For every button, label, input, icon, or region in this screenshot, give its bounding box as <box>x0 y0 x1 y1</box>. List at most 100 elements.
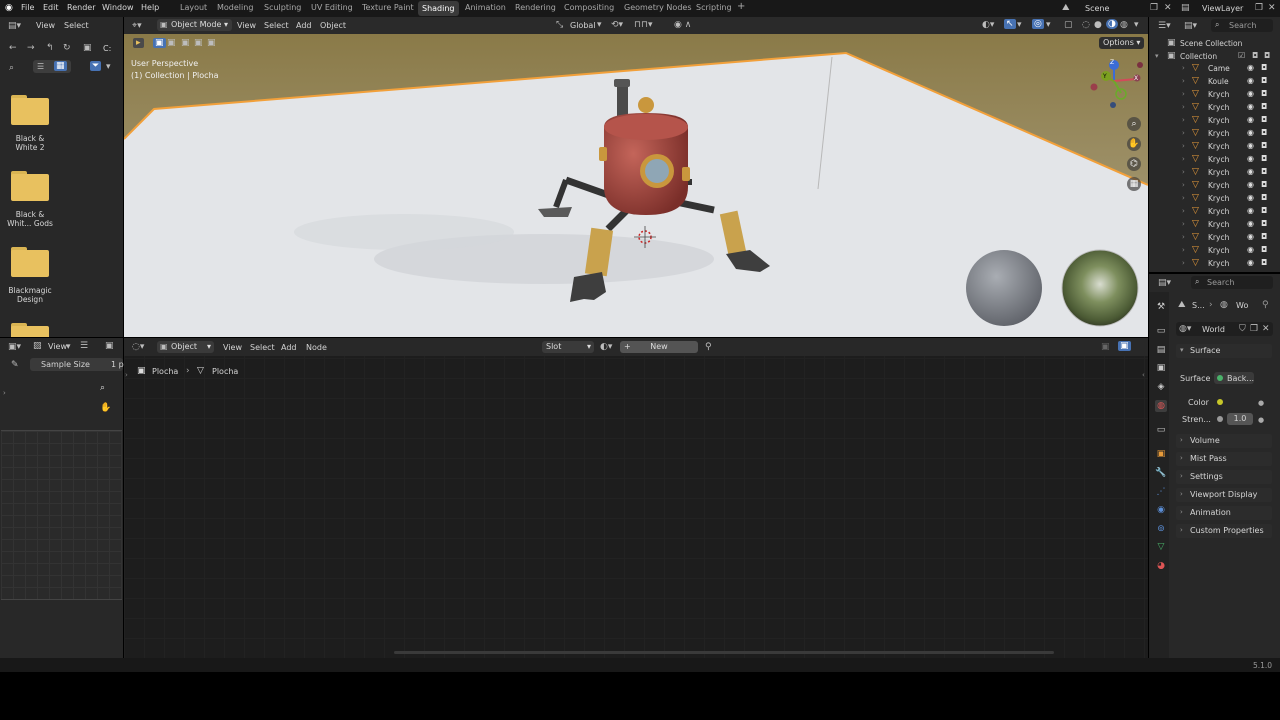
copy-layer-icon[interactable]: ❐ <box>1255 3 1263 13</box>
render-icon[interactable]: ◘ <box>1261 219 1267 228</box>
expand-toolbar-icon[interactable]: › <box>125 370 128 380</box>
outliner-item[interactable]: › ▽ Krychle ◉ ◘ <box>1158 192 1274 205</box>
perspective-toggle-icon[interactable]: ▦ <box>1127 177 1141 191</box>
transform-orientation-icon[interactable]: ⤡ <box>556 20 563 30</box>
chevron-down-icon[interactable]: ▾ <box>1017 20 1022 30</box>
render-icon[interactable]: ◘ <box>1261 128 1267 137</box>
eye-icon[interactable]: ◉ <box>1247 154 1254 163</box>
vp-add-menu[interactable]: Add <box>296 21 312 30</box>
tab-compositing[interactable]: Compositing <box>564 3 614 12</box>
camera-icon[interactable]: ◘ <box>1264 51 1270 61</box>
expand-icon[interactable]: › <box>1182 103 1185 111</box>
list-view-icon[interactable]: ☰ <box>37 62 44 72</box>
zoom-icon[interactable]: ⌕ <box>1127 117 1141 131</box>
eye-icon[interactable]: ◉ <box>1247 258 1254 267</box>
display-mode-toggle[interactable]: ☰ ▦ <box>33 60 71 73</box>
custom-properties-panel-header[interactable]: › Custom Properties <box>1176 524 1272 538</box>
eyedropper-icon[interactable]: ✎ <box>11 360 19 370</box>
render-tab-icon[interactable]: ▭ <box>1155 325 1167 337</box>
forward-icon[interactable]: → <box>27 43 35 53</box>
visibility-icon[interactable]: ◐▾ <box>982 20 994 30</box>
search-icon[interactable]: ⌕ <box>9 63 14 73</box>
expand-icon[interactable]: › <box>1182 181 1185 189</box>
hand-pan-icon[interactable]: ✋ <box>1127 137 1141 151</box>
select-intersect-icon[interactable]: ▣ <box>207 38 216 48</box>
outliner-item[interactable]: › ▽ Krychle ◉ ◘ <box>1158 114 1274 127</box>
duplicate-icon[interactable]: ❐ <box>1250 324 1258 334</box>
editor-type-icon[interactable]: ▤▾ <box>1158 278 1171 288</box>
vp-object-menu[interactable]: Object <box>320 21 346 30</box>
settings-panel-header[interactable]: › Settings <box>1176 470 1272 484</box>
outliner-item[interactable]: › ▽ Krychle ◉ ◘ <box>1158 257 1274 268</box>
parent-dir-icon[interactable]: ↰ <box>46 43 54 53</box>
outliner-item[interactable]: › ▽ Krychle ◉ ◘ <box>1158 244 1274 257</box>
viewport-display-panel-header[interactable]: › Viewport Display <box>1176 488 1272 502</box>
select-subtract-icon[interactable]: ▣ <box>181 38 190 48</box>
tab-rendering[interactable]: Rendering <box>515 3 556 12</box>
menu-window[interactable]: Window <box>102 3 134 12</box>
breadcrumb-object[interactable]: Plocha <box>152 367 178 376</box>
render-icon[interactable]: ◘ <box>1261 141 1267 150</box>
modifier-tab-icon[interactable]: 🔧 <box>1155 467 1167 479</box>
pin-icon[interactable]: ⚲ <box>1262 300 1269 310</box>
fake-user-icon[interactable]: ⛉ <box>1239 324 1246 334</box>
expand-icon[interactable]: › <box>1182 116 1185 124</box>
editor-type-icon[interactable]: ▤▾ <box>8 21 21 31</box>
tab-scripting[interactable]: Scripting <box>696 3 732 12</box>
outliner-item[interactable]: › ▽ Krychle ◉ ◘ <box>1158 179 1274 192</box>
scene-tab-icon[interactable]: ◈ <box>1155 381 1167 393</box>
expand-icon[interactable]: › <box>1182 155 1185 163</box>
editor-type-icon[interactable]: ◌▾ <box>132 342 144 352</box>
render-icon[interactable]: ◘ <box>1261 206 1267 215</box>
constraints-tab-icon[interactable]: ⊚ <box>1155 523 1167 535</box>
menu-help[interactable]: Help <box>141 3 159 12</box>
vp-select-menu[interactable]: Select <box>264 21 289 30</box>
select-invert-icon[interactable]: ▣ <box>194 38 203 48</box>
scene-name[interactable]: Scene <box>1085 4 1109 13</box>
view-layer-name[interactable]: ViewLayer <box>1202 4 1243 13</box>
expand-icon[interactable]: › <box>1182 207 1185 215</box>
eye-icon[interactable]: ◉ <box>1247 219 1254 228</box>
render-icon[interactable]: ◘ <box>1261 89 1267 98</box>
world-datablock[interactable]: ◍▾ World ⛉ ❐ ✕ <box>1176 322 1273 336</box>
sample-size-field[interactable]: Sample Size 1 p <box>30 358 124 371</box>
xray-icon[interactable]: ▢ <box>1064 20 1073 30</box>
keyframe-dot-icon[interactable]: ● <box>1258 415 1264 425</box>
editor-type-icon[interactable]: ☰▾ <box>1158 21 1171 31</box>
render-icon[interactable]: ◘ <box>1261 167 1267 176</box>
output-tab-icon[interactable]: ▤ <box>1155 344 1167 356</box>
material-browse-icon[interactable]: ◐▾ <box>600 342 612 352</box>
chevron-down-icon[interactable]: ▾ <box>597 20 602 30</box>
filter-icon[interactable]: ⏷ <box>90 61 102 71</box>
render-icon[interactable]: ◘ <box>1261 63 1267 72</box>
tab-texture-paint[interactable]: Texture Paint <box>362 3 414 12</box>
path-field[interactable]: C: <box>103 44 111 53</box>
wireframe-shading-icon[interactable]: ◌ <box>1082 20 1090 30</box>
eye-icon[interactable]: ◉ <box>1247 193 1254 202</box>
copy-scene-icon[interactable]: ❐ <box>1150 3 1158 13</box>
shader-type-dropdown[interactable]: ▣ Object ▾ <box>157 341 214 353</box>
editor-type-icon[interactable]: ⌖▾ <box>132 21 142 31</box>
properties-search-input[interactable]: ⌕ Search <box>1191 276 1273 289</box>
ne-add-menu[interactable]: Add <box>281 343 297 352</box>
color-socket-icon[interactable] <box>1217 399 1223 405</box>
scene-collection-label[interactable]: Scene Collection <box>1180 39 1242 48</box>
collection-tab-icon[interactable]: ▭ <box>1155 424 1167 436</box>
expand-icon[interactable]: › <box>1182 168 1185 176</box>
overlays-icon[interactable]: ◎ <box>1032 19 1044 29</box>
tab-sculpting[interactable]: Sculpting <box>264 3 301 12</box>
eye-icon[interactable]: ◉ <box>1247 232 1254 241</box>
options-dropdown[interactable]: Options ▾ <box>1099 37 1145 49</box>
outliner-item[interactable]: › ▽ Krychle ◉ ◘ <box>1158 205 1274 218</box>
world-tab-icon[interactable]: ◍ <box>1155 400 1167 412</box>
outliner-item[interactable]: › ▽ Krychle ◉ ◘ <box>1158 101 1274 114</box>
back-icon[interactable]: ← <box>9 43 17 53</box>
expand-icon[interactable]: › <box>1182 246 1185 254</box>
render-icon[interactable]: ◘ <box>1261 154 1267 163</box>
eye-icon[interactable]: ◉ <box>1247 128 1254 137</box>
blender-logo-icon[interactable]: ◉ <box>5 3 13 13</box>
render-icon[interactable]: ◘ <box>1261 102 1267 111</box>
eye-icon[interactable]: ◉ <box>1247 63 1254 72</box>
keyframe-dot-icon[interactable]: ● <box>1258 398 1264 408</box>
snap-icon[interactable]: ⊓⊓▾ <box>634 20 653 30</box>
